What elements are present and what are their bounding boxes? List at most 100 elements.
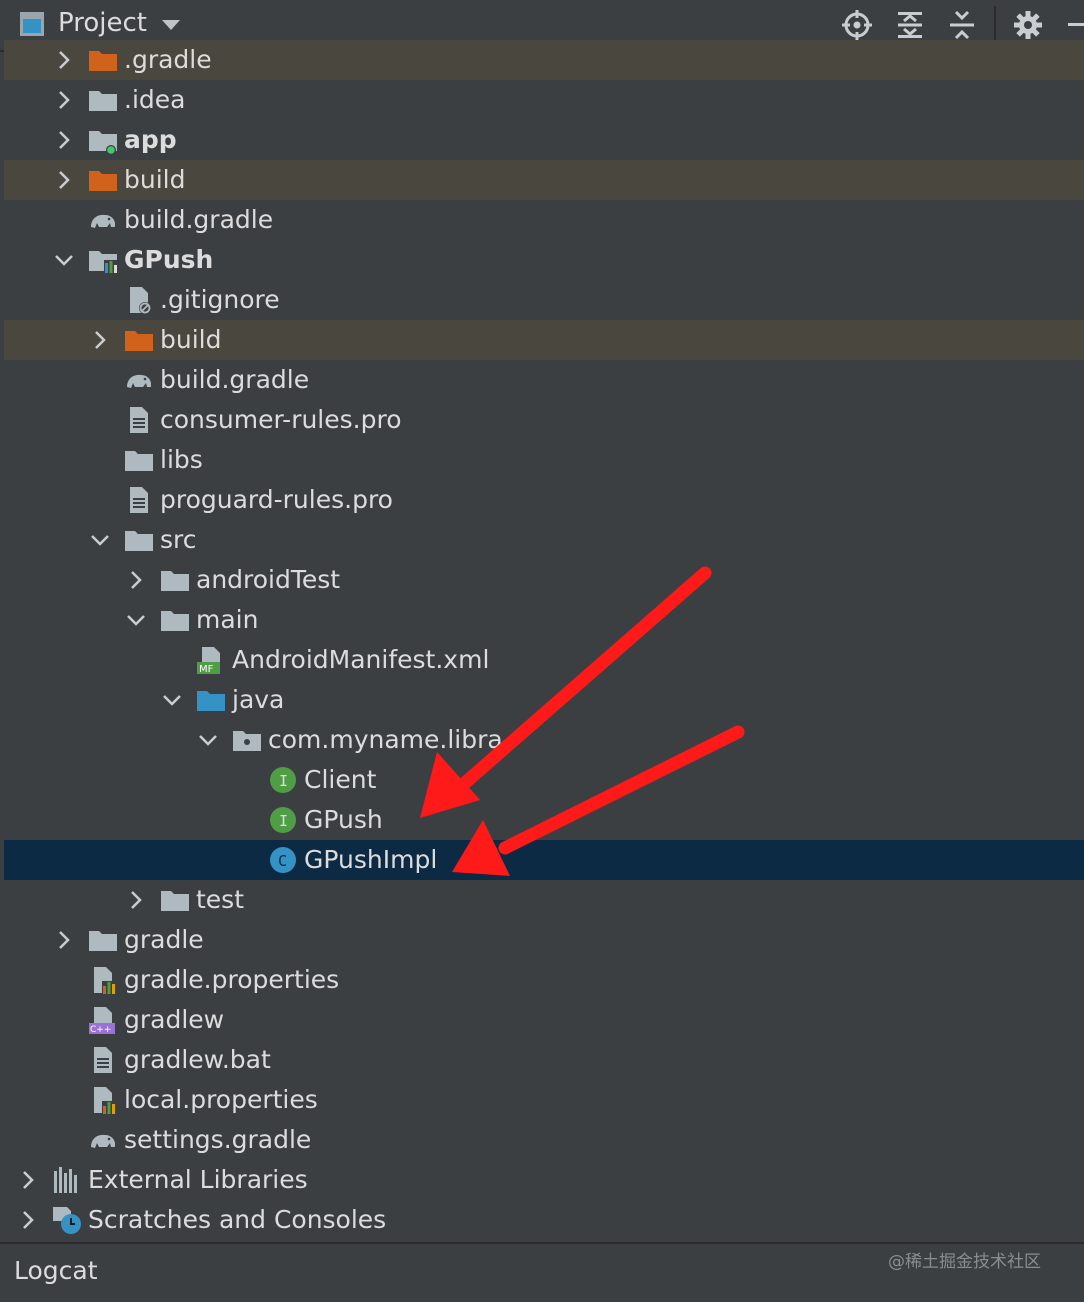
- expand-all-icon[interactable]: [893, 8, 927, 42]
- tree-row[interactable]: gradle.properties: [4, 960, 1084, 1000]
- chevron-right-icon[interactable]: [124, 568, 148, 592]
- tree-item-label: gradle: [124, 925, 204, 954]
- module-folder-icon: [88, 125, 118, 155]
- folder-icon: [124, 445, 154, 475]
- tree-item-label: java: [232, 685, 285, 714]
- chevron-right-icon[interactable]: [52, 128, 76, 152]
- tree-item-label: GPush: [124, 245, 214, 274]
- tree-item-label: local.properties: [124, 1085, 318, 1114]
- tree-item-label: build.gradle: [160, 365, 310, 394]
- tree-row[interactable]: libs: [4, 440, 1084, 480]
- tree-row[interactable]: GPush: [4, 240, 1084, 280]
- chevron-right-icon[interactable]: [52, 48, 76, 72]
- tree-row[interactable]: Scratches and Consoles: [4, 1200, 1084, 1240]
- minimize-icon[interactable]: [1068, 23, 1084, 26]
- tree-row[interactable]: java: [4, 680, 1084, 720]
- tree-row[interactable]: androidTest: [4, 560, 1084, 600]
- tree-row[interactable]: settings.gradle: [4, 1120, 1084, 1160]
- library-module-folder-icon: [88, 245, 118, 275]
- folder-orange-icon: [88, 165, 118, 195]
- chevron-right-icon[interactable]: [16, 1208, 40, 1232]
- tree-row[interactable]: main: [4, 600, 1084, 640]
- tree-row[interactable]: com.myname.libra: [4, 720, 1084, 760]
- tree-row[interactable]: .idea: [4, 80, 1084, 120]
- logcat-tab[interactable]: Logcat: [14, 1256, 98, 1285]
- project-window-icon: [20, 12, 44, 36]
- chevron-right-icon[interactable]: [52, 928, 76, 952]
- tree-item-label: gradlew.bat: [124, 1045, 271, 1074]
- svg-text:C++: C++: [90, 1025, 111, 1035]
- tree-row[interactable]: gradle: [4, 920, 1084, 960]
- tree-item-label: .gradle: [124, 45, 212, 74]
- collapse-all-icon[interactable]: [945, 8, 979, 42]
- tree-item-label: Client: [304, 765, 377, 794]
- watermark: @稀土掘金技术社区: [888, 1252, 1041, 1272]
- folder-icon: [88, 925, 118, 955]
- chevron-right-icon[interactable]: [124, 888, 148, 912]
- tree-row[interactable]: I GPush: [4, 800, 1084, 840]
- manifest-file-icon: MF: [196, 645, 226, 675]
- tree-item-label: app: [124, 125, 177, 154]
- gradle-elephant-icon: [88, 205, 118, 235]
- tree-item-label: External Libraries: [88, 1165, 308, 1194]
- locate-icon[interactable]: [840, 8, 874, 42]
- folder-icon: [160, 565, 190, 595]
- cpp-file-icon: C++: [88, 1005, 118, 1035]
- tree-row[interactable]: test: [4, 880, 1084, 920]
- gradle-elephant-icon: [88, 1125, 118, 1155]
- chevron-right-icon[interactable]: [88, 328, 112, 352]
- tree-row[interactable]: consumer-rules.pro: [4, 400, 1084, 440]
- tree-row[interactable]: app: [4, 120, 1084, 160]
- chevron-down-icon[interactable]: [124, 608, 148, 632]
- chevron-down-icon[interactable]: [88, 528, 112, 552]
- tree-row[interactable]: C GPushImpl: [4, 840, 1084, 880]
- tree-item-label: test: [196, 885, 245, 914]
- tree-row[interactable]: build: [4, 160, 1084, 200]
- tree-row[interactable]: build.gradle: [4, 200, 1084, 240]
- chevron-down-icon[interactable]: [160, 688, 184, 712]
- tree-item-label: .idea: [124, 85, 186, 114]
- tree-row[interactable]: .gradle: [4, 40, 1084, 80]
- tree-item-label: proguard-rules.pro: [160, 485, 393, 514]
- svg-text:I: I: [279, 772, 288, 790]
- text-file-icon: [88, 1045, 118, 1075]
- tree-item-label: com.myname.libra: [268, 725, 503, 754]
- ignore-file-icon: [124, 285, 154, 315]
- gear-icon[interactable]: [1011, 8, 1045, 42]
- tree-row[interactable]: .gitignore: [4, 280, 1084, 320]
- chevron-down-icon[interactable]: [162, 20, 180, 30]
- chevron-right-icon[interactable]: [52, 168, 76, 192]
- tree-row[interactable]: External Libraries: [4, 1160, 1084, 1200]
- chevron-down-icon[interactable]: [196, 728, 220, 752]
- tree-row[interactable]: C++ gradlew: [4, 1000, 1084, 1040]
- tree-item-label: build: [160, 325, 222, 354]
- svg-text:I: I: [279, 812, 288, 830]
- project-view-selector[interactable]: Project: [58, 8, 147, 38]
- chevron-right-icon[interactable]: [52, 88, 76, 112]
- tree-row[interactable]: build.gradle: [4, 360, 1084, 400]
- tree-item-label: gradle.properties: [124, 965, 340, 994]
- tree-row[interactable]: proguard-rules.pro: [4, 480, 1084, 520]
- tree-item-label: GPush: [304, 805, 383, 834]
- tree-row[interactable]: I Client: [4, 760, 1084, 800]
- svg-text:MF: MF: [199, 664, 214, 675]
- tree-row[interactable]: build: [4, 320, 1084, 360]
- toolbar-divider: [994, 6, 996, 44]
- tree-row[interactable]: local.properties: [4, 1080, 1084, 1120]
- folder-orange-icon: [88, 45, 118, 75]
- folder-icon: [160, 605, 190, 635]
- text-file-icon: [124, 485, 154, 515]
- chevron-down-icon[interactable]: [52, 248, 76, 272]
- tree-item-label: settings.gradle: [124, 1125, 312, 1154]
- tree-item-label: src: [160, 525, 197, 554]
- folder-icon: [88, 85, 118, 115]
- tree-item-label: Scratches and Consoles: [88, 1205, 387, 1234]
- tree-row[interactable]: MF AndroidManifest.xml: [4, 640, 1084, 680]
- folder-icon: [124, 525, 154, 555]
- chevron-right-icon[interactable]: [16, 1168, 40, 1192]
- tree-item-label: build: [124, 165, 186, 194]
- tree-row[interactable]: gradlew.bat: [4, 1040, 1084, 1080]
- tree-row[interactable]: src: [4, 520, 1084, 560]
- tree-item-label: libs: [160, 445, 203, 474]
- interface-icon: I: [268, 805, 298, 835]
